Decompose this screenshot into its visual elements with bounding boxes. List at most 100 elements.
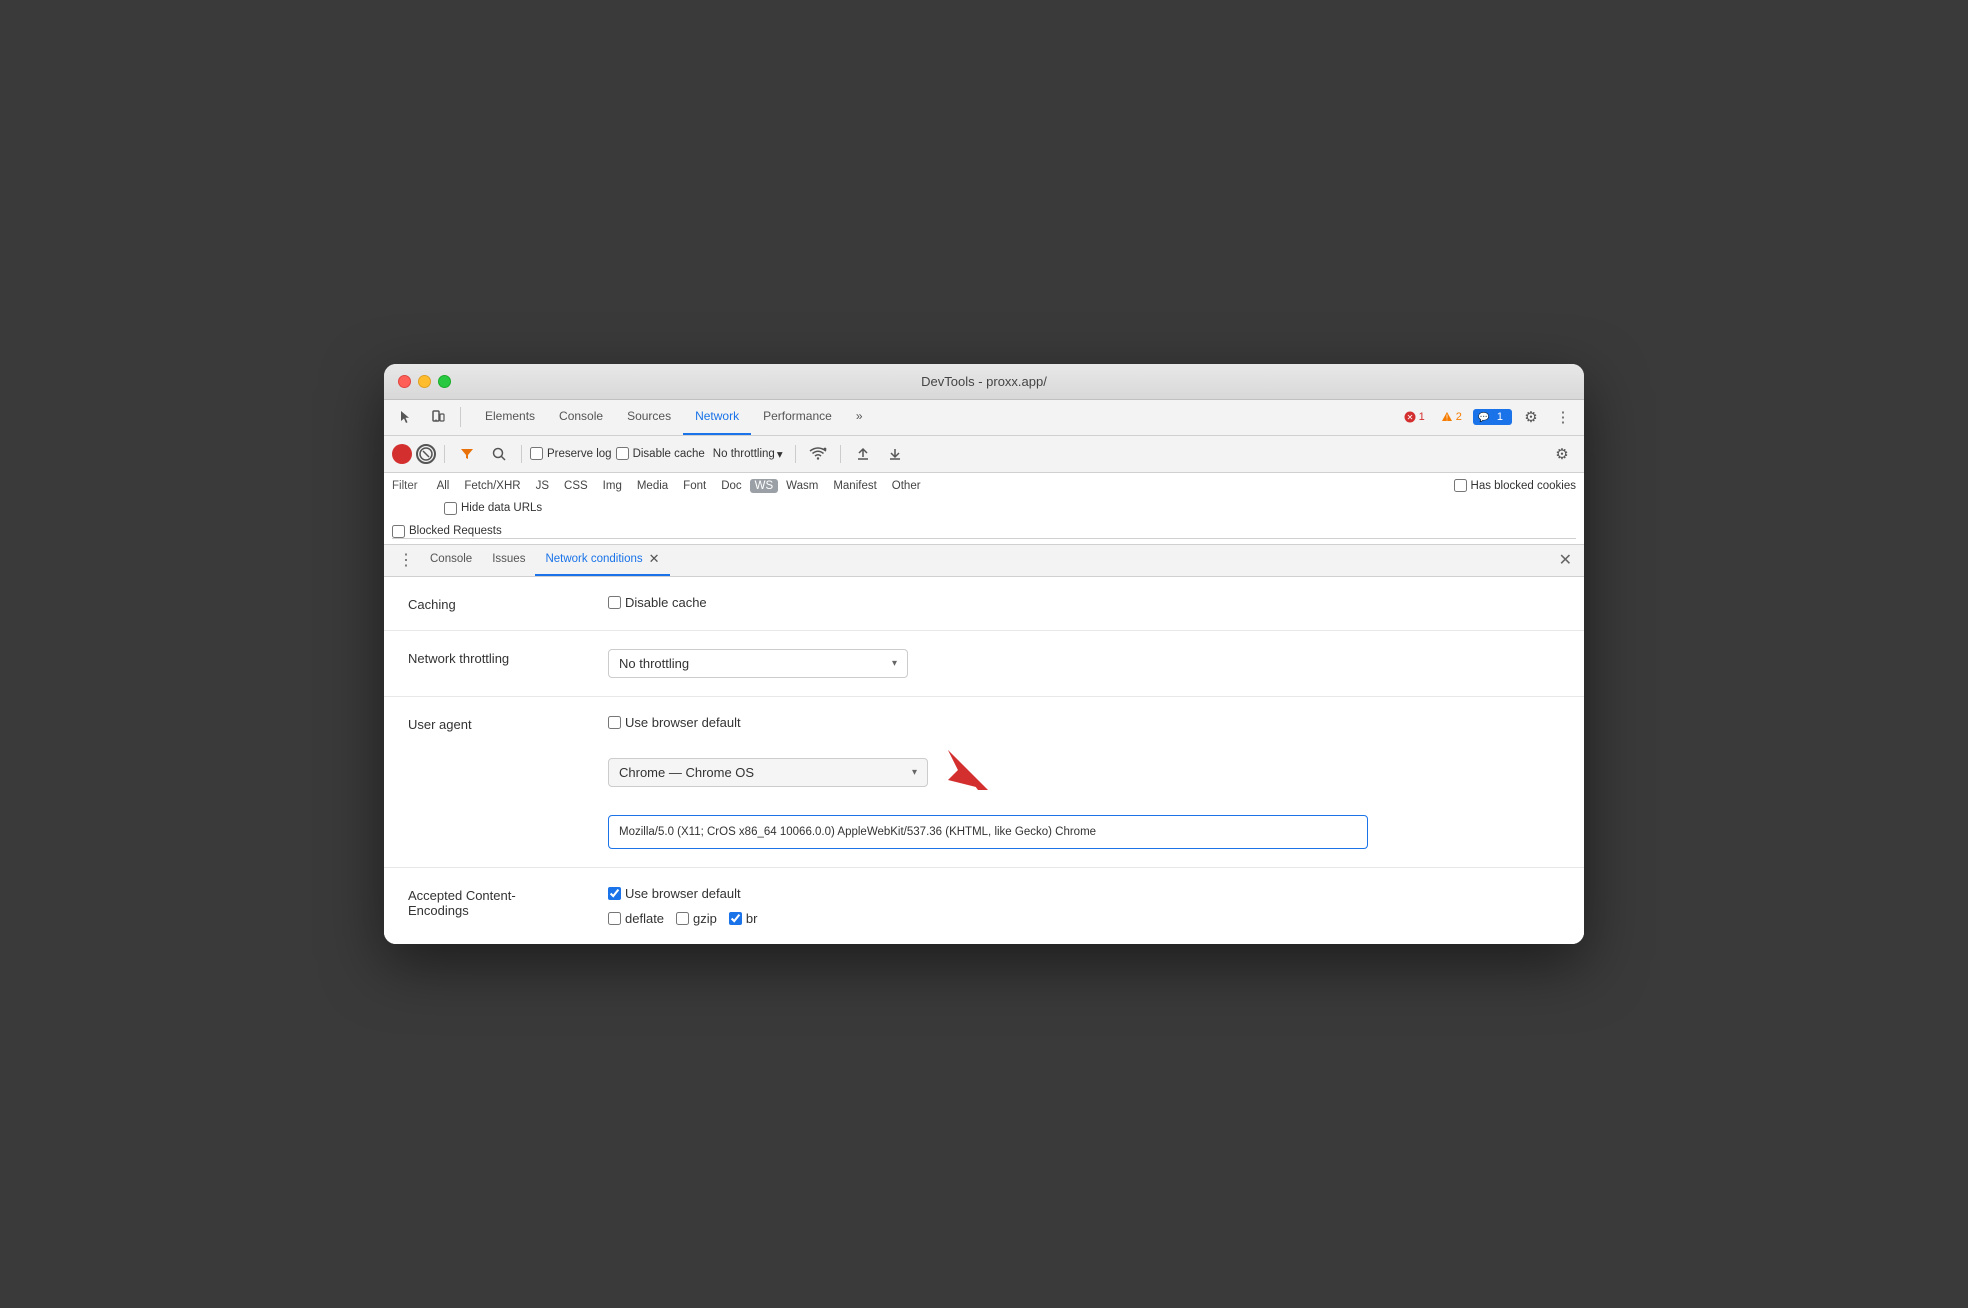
clear-btn[interactable] (416, 444, 436, 464)
tab-network[interactable]: Network (683, 400, 751, 435)
upload-icon-btn[interactable] (849, 440, 877, 468)
br-label[interactable]: br (729, 911, 758, 926)
tab-bar-toolbar (392, 403, 465, 431)
maximize-button[interactable] (438, 375, 451, 388)
panel-content: Caching Disable cache Network throttling… (384, 577, 1584, 944)
blocked-requests-bar: Blocked Requests (392, 523, 1576, 539)
bottom-panel-more-btn[interactable]: ⋮ (392, 550, 420, 570)
caching-disable-cache-checkbox[interactable] (608, 596, 621, 609)
filter-other[interactable]: Other (885, 478, 928, 494)
warning-badge[interactable]: ! 2 (1436, 409, 1467, 425)
tab-more[interactable]: » (844, 400, 875, 435)
search-icon-btn[interactable] (485, 440, 513, 468)
use-browser-default-checkbox[interactable] (608, 716, 621, 729)
tab-elements[interactable]: Elements (473, 400, 547, 435)
wifi-icon-btn[interactable] (804, 440, 832, 468)
record-btn[interactable] (392, 444, 412, 464)
hide-data-urls-checkbox[interactable] (444, 502, 457, 515)
caching-label: Caching (408, 595, 568, 612)
throttling-content: No throttling ▾ (608, 649, 1560, 678)
bottom-tab-console[interactable]: Console (420, 545, 482, 576)
deflate-checkbox[interactable] (608, 912, 621, 925)
toolbar-sep-3 (795, 445, 796, 463)
disable-cache-checkbox[interactable] (616, 447, 629, 460)
encodings-content: Use browser default deflate gzip (608, 886, 1560, 926)
throttle-select[interactable]: No throttling ▾ (709, 445, 787, 463)
user-agent-dropdown[interactable]: Chrome — Chrome OS ▾ (608, 758, 928, 787)
devtools-body: Elements Console Sources Network Perform… (384, 400, 1584, 944)
traffic-lights (398, 375, 451, 388)
filter-right: Has blocked cookies (1454, 479, 1576, 492)
filter-types: All Fetch/XHR JS CSS Img Media Font Doc … (430, 478, 928, 494)
download-icon-btn[interactable] (881, 440, 909, 468)
svg-text:!: ! (1446, 414, 1448, 423)
user-agent-content: Use browser default Chrome — Chrome OS ▾ (608, 715, 1560, 849)
user-agent-row: User agent Use browser default Chrome — … (384, 697, 1584, 868)
br-checkbox[interactable] (729, 912, 742, 925)
top-tab-bar: Elements Console Sources Network Perform… (384, 400, 1584, 436)
blocked-requests-label[interactable]: Blocked Requests (392, 525, 502, 538)
filter-font[interactable]: Font (676, 478, 713, 494)
filter-label: Filter (392, 480, 418, 492)
info-badge[interactable]: 💬 1 (1473, 409, 1512, 425)
filter-doc[interactable]: Doc (714, 478, 748, 494)
encodings-use-browser-default-checkbox[interactable] (608, 887, 621, 900)
red-arrow-container (938, 740, 998, 805)
network-settings-btn[interactable]: ⚙ (1548, 440, 1576, 468)
svg-text:✕: ✕ (1406, 413, 1413, 422)
ua-string-box[interactable]: Mozilla/5.0 (X11; CrOS x86_64 10066.0.0)… (608, 815, 1368, 849)
tab-bar-right: ✕ 1 ! 2 💬 1 ⚙ ⋮ (1399, 404, 1576, 430)
tab-console[interactable]: Console (547, 400, 615, 435)
device-toolbar-btn[interactable] (424, 403, 452, 431)
filter-media[interactable]: Media (630, 478, 675, 494)
devtools-window: DevTools - proxx.app/ (384, 364, 1584, 944)
filter-ws[interactable]: WS (750, 479, 779, 493)
tab-performance[interactable]: Performance (751, 400, 844, 435)
bottom-tab-bar: ⋮ Console Issues Network conditions ✕ ✕ (384, 545, 1584, 577)
use-browser-default-label[interactable]: Use browser default (608, 715, 1560, 730)
close-panel-btn[interactable]: ✕ (1555, 550, 1576, 570)
filter-js[interactable]: JS (529, 478, 556, 494)
filter-wasm[interactable]: Wasm (779, 478, 825, 494)
close-button[interactable] (398, 375, 411, 388)
network-toolbar: Preserve log Disable cache No throttling… (384, 436, 1584, 473)
filter-icon-btn[interactable] (453, 440, 481, 468)
disable-cache-label[interactable]: Disable cache (616, 447, 705, 460)
caching-row: Caching Disable cache (384, 577, 1584, 631)
throttling-dropdown-arrow: ▾ (892, 658, 897, 669)
minimize-button[interactable] (418, 375, 431, 388)
cursor-icon-btn[interactable] (392, 403, 420, 431)
throttling-dropdown[interactable]: No throttling ▾ (608, 649, 908, 678)
more-btn[interactable]: ⋮ (1550, 404, 1576, 430)
network-conditions-close[interactable]: ✕ (649, 551, 660, 567)
bottom-tab-issues[interactable]: Issues (482, 545, 535, 576)
error-badge[interactable]: ✕ 1 (1399, 409, 1430, 425)
deflate-label[interactable]: deflate (608, 911, 664, 926)
blocked-requests-checkbox[interactable] (392, 525, 405, 538)
filter-manifest[interactable]: Manifest (826, 478, 883, 494)
preserve-log-checkbox[interactable] (530, 447, 543, 460)
hide-data-urls-label[interactable]: Hide data URLs (444, 502, 542, 515)
settings-btn[interactable]: ⚙ (1518, 404, 1544, 430)
filter-css[interactable]: CSS (557, 478, 595, 494)
tab-sources[interactable]: Sources (615, 400, 683, 435)
gzip-label[interactable]: gzip (676, 911, 717, 926)
ua-select-row: Chrome — Chrome OS ▾ (608, 740, 1560, 805)
filter-img[interactable]: Img (596, 478, 629, 494)
has-blocked-cookies-label[interactable]: Has blocked cookies (1454, 479, 1576, 492)
red-arrow-icon (938, 740, 998, 800)
caching-disable-cache-label[interactable]: Disable cache (608, 595, 1560, 610)
gzip-checkbox[interactable] (676, 912, 689, 925)
filter-fetch[interactable]: Fetch/XHR (457, 478, 527, 494)
has-blocked-cookies-checkbox[interactable] (1454, 479, 1467, 492)
svg-text:💬: 💬 (1478, 411, 1489, 422)
encodings-row: Accepted Content- Encodings Use browser … (384, 868, 1584, 944)
filter-all[interactable]: All (430, 478, 457, 494)
encodings-use-browser-default-label[interactable]: Use browser default (608, 886, 1560, 901)
encodings-label: Accepted Content- Encodings (408, 886, 568, 918)
bottom-tab-network-conditions[interactable]: Network conditions ✕ (535, 545, 669, 576)
user-agent-dropdown-arrow: ▾ (912, 767, 917, 778)
preserve-log-label[interactable]: Preserve log (530, 447, 612, 460)
throttling-label: Network throttling (408, 649, 568, 666)
filter-bar: Filter All Fetch/XHR JS CSS Img Media Fo… (384, 473, 1584, 545)
